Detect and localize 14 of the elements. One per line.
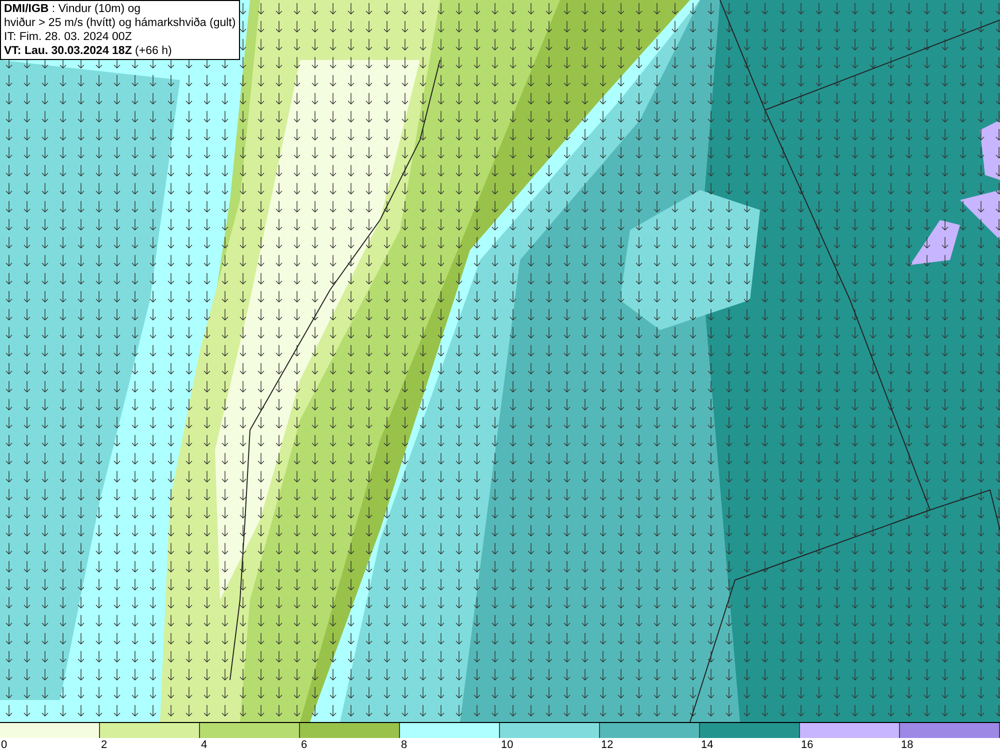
map-info-line: DMI/IGB : Vindur (10m) og (4, 2, 142, 16)
legend-label: 18 (900, 738, 914, 752)
legend-label: 2 (100, 738, 108, 752)
legend-label: 10 (500, 738, 514, 752)
legend-label: 8 (400, 738, 408, 752)
legend-label: 0 (0, 738, 8, 752)
legend-label: 4 (200, 738, 208, 752)
map-info-line: IT: Fim. 28. 03. 2024 00Z (4, 30, 133, 44)
map-info-line: hviður > 25 m/s (hvítt) og hámarkshviða (gult) (4, 16, 236, 30)
legend-label: 16 (800, 738, 814, 752)
legend-label: 14 (700, 738, 714, 752)
legend-label: 12 (600, 738, 614, 752)
map-info-line: VT: Lau. 30.03.2024 18Z (+66 h) (4, 44, 173, 58)
legend-label: 6 (300, 738, 308, 752)
